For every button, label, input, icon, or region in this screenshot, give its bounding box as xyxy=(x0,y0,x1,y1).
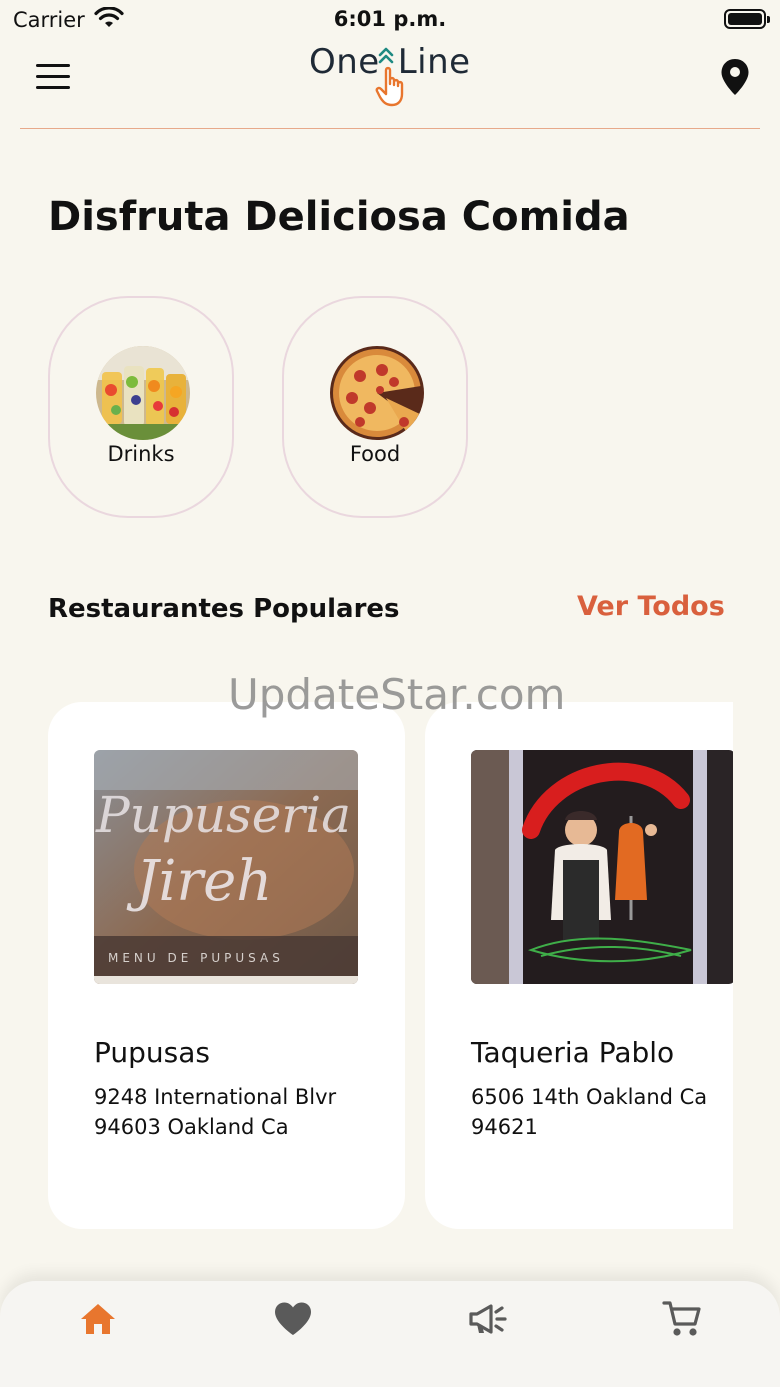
app-logo: One Line xyxy=(300,40,480,110)
pizza-image xyxy=(330,346,424,440)
megaphone-icon xyxy=(469,1304,507,1334)
drinks-image xyxy=(96,346,190,440)
logo-hand-icon xyxy=(375,66,404,107)
sign-name-text: Jireh xyxy=(126,849,272,914)
nav-cart[interactable] xyxy=(658,1297,706,1341)
restaurant-address: 9248 International Blvr 94603 Oakland Ca xyxy=(94,1085,337,1139)
header-divider xyxy=(20,128,760,129)
restaurant-photo xyxy=(471,750,733,984)
watermark-text: UpdateStar.com xyxy=(228,670,566,719)
nav-favorites[interactable] xyxy=(269,1297,317,1341)
bottom-navigation xyxy=(0,1281,780,1387)
restaurant-address: 6506 14th Oakland Ca 94621 xyxy=(471,1085,708,1139)
logo-text-one: One xyxy=(309,42,380,82)
category-label: Food xyxy=(349,442,401,466)
restaurant-photo: Pupuseria Jireh MENU DE PUPUSAS xyxy=(94,750,358,984)
sign-banner-text: MENU DE PUPUSAS xyxy=(108,951,284,965)
restaurant-name: Taqueria Pablo xyxy=(471,1036,675,1069)
clock: 6:01 p.m. xyxy=(333,7,447,31)
cart-icon xyxy=(662,1301,701,1336)
status-bar: Carrier 6:01 p.m. xyxy=(0,0,780,40)
nav-promotions[interactable] xyxy=(464,1297,512,1341)
section-title: Restaurantes Populares xyxy=(48,594,400,624)
menu-button[interactable] xyxy=(36,64,70,90)
category-drinks[interactable]: Drinks xyxy=(48,296,234,518)
see-all-link[interactable]: Ver Todos xyxy=(577,591,725,622)
restaurant-card[interactable]: Pupuseria Jireh MENU DE PUPUSAS Pupusas … xyxy=(48,702,405,1229)
sign-script-text: Pupuseria xyxy=(95,786,351,844)
category-food[interactable]: Food xyxy=(282,296,468,518)
logo-arrows-icon xyxy=(378,47,394,64)
heart-icon xyxy=(275,1302,311,1335)
restaurant-name: Pupusas xyxy=(94,1036,210,1069)
nav-home[interactable] xyxy=(74,1297,122,1341)
page-title: Disfruta Deliciosa Comida xyxy=(48,194,630,240)
restaurant-carousel[interactable]: Pupuseria Jireh MENU DE PUPUSAS Pupusas … xyxy=(0,700,733,1240)
battery-icon xyxy=(724,9,770,29)
restaurant-card[interactable]: Taqueria Pablo 6506 14th Oakland Ca 9462… xyxy=(425,702,733,1229)
location-pin-icon[interactable] xyxy=(720,58,750,96)
home-icon xyxy=(81,1304,115,1334)
category-label: Drinks xyxy=(107,442,175,466)
